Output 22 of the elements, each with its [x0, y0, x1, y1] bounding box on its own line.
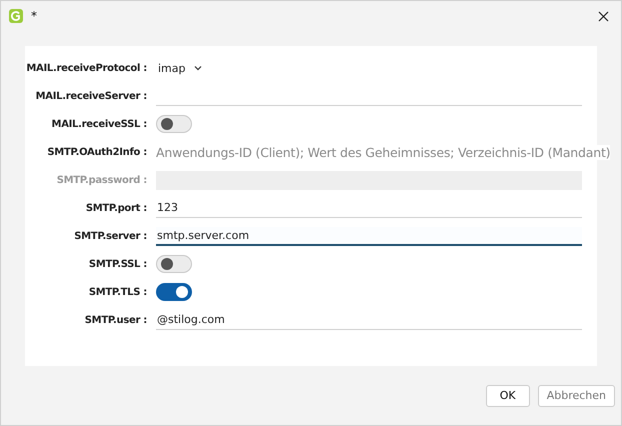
field-label: MAIL.receiveSSL :: [50, 118, 147, 130]
field-label: SMTP.user :: [84, 314, 147, 326]
field-label: SMTP.TLS :: [88, 286, 147, 298]
field-label: SMTP.OAuth2Info :: [46, 146, 147, 158]
toggle-switch[interactable]: [156, 283, 192, 301]
protocol-dropdown[interactable]: imap: [156, 60, 204, 76]
app-logo-icon: [9, 9, 23, 23]
toggle-switch[interactable]: [156, 115, 192, 133]
field-label: SMTP.server :: [73, 230, 147, 242]
ok-button[interactable]: OK: [486, 384, 530, 406]
field-label: MAIL.receiveProtocol :: [25, 62, 147, 74]
close-icon: [598, 10, 608, 22]
toggle-switch[interactable]: [156, 255, 192, 273]
field-label: MAIL.receiveServer :: [34, 90, 147, 102]
field-label: SMTP.password :: [56, 174, 147, 186]
chevron-down-icon: [194, 65, 202, 71]
info-text: Anwendungs-ID (Client); Wert des Geheimnisses; Verzeichnis-ID (Mandant): [156, 144, 610, 160]
cancel-button[interactable]: Abbrechen: [538, 384, 615, 406]
window-title: *: [31, 9, 38, 23]
field-label: SMTP.SSL :: [88, 258, 147, 270]
text-field[interactable]: smtp.server.com: [156, 226, 582, 246]
field-label: SMTP.port :: [84, 202, 147, 214]
